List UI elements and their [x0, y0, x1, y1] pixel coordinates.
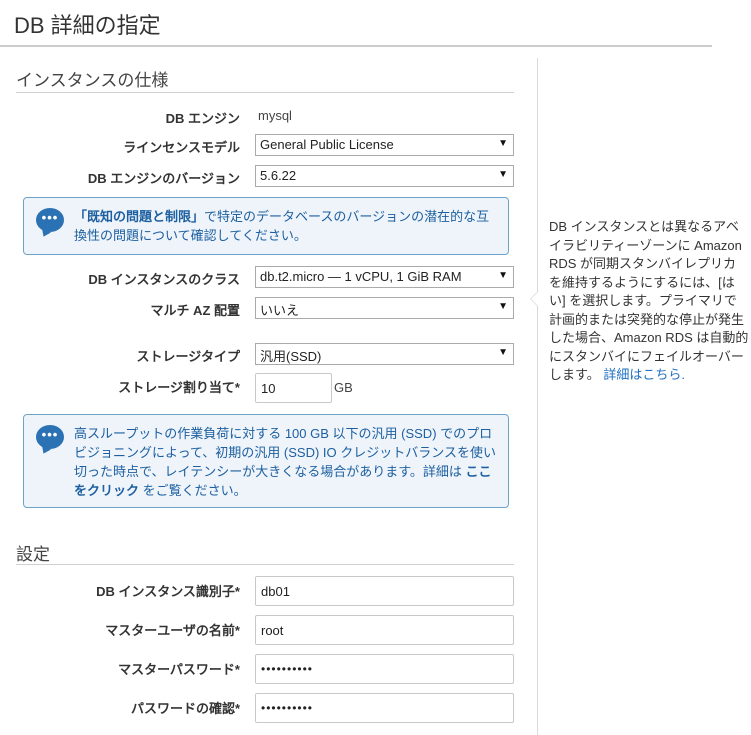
confirm-password-input[interactable]: ••••••••••	[255, 693, 514, 723]
chevron-down-icon: ▼	[498, 270, 508, 281]
identifier-row: DB インスタンス識別子* db01	[0, 576, 530, 606]
sidebar-divider	[537, 58, 538, 735]
multi-az-label: マルチ AZ 配置	[150, 303, 240, 318]
version-label: DB エンジンのバージョン	[87, 171, 240, 186]
master-user-row: マスターユーザの名前* root	[0, 615, 530, 645]
multi-az-select[interactable]: いいえ ▼	[255, 297, 514, 319]
section-divider	[16, 564, 514, 565]
confirm-password-row: パスワードの確認* ••••••••••	[0, 693, 530, 723]
version-row: DB エンジンのバージョン 5.6.22 ▼	[0, 165, 530, 191]
storage-alloc-input[interactable]: 10	[255, 373, 332, 403]
storage-type-value: 汎用(SSD)	[260, 349, 322, 364]
instance-class-label: DB インスタンスのクラス	[88, 272, 240, 287]
help-pointer	[530, 291, 538, 307]
storage-type-select[interactable]: 汎用(SSD) ▼	[255, 343, 514, 365]
chevron-down-icon: ▼	[498, 301, 508, 312]
storage-notice-text-after: をご覧ください。	[142, 483, 247, 498]
engine-row: DB エンジン mysql	[0, 104, 530, 130]
section-title-spec: インスタンスの仕様	[16, 71, 169, 90]
title-divider	[0, 45, 712, 47]
instance-class-select[interactable]: db.t2.micro — 1 vCPU, 1 GiB RAM ▼	[255, 266, 514, 288]
version-value: 5.6.22	[260, 168, 297, 183]
license-label: ラインセンスモデル	[123, 140, 240, 155]
learn-more-link[interactable]: 詳細はこちら.	[603, 367, 685, 382]
storage-alloc-row: ストレージ割り当て* 10 GB	[0, 373, 530, 403]
storage-alloc-label: ストレージ割り当て*	[118, 380, 240, 395]
multi-az-row: マルチ AZ 配置 いいえ ▼	[0, 297, 530, 323]
identifier-label: DB インスタンス識別子*	[96, 584, 240, 599]
master-password-row: マスターパスワード* ••••••••••	[0, 654, 530, 684]
identifier-input[interactable]: db01	[255, 576, 514, 606]
known-issues-link[interactable]: 「既知の問題と制限」	[74, 209, 204, 224]
engine-value: mysql	[258, 108, 292, 123]
section-divider	[16, 92, 514, 93]
instance-class-value: db.t2.micro — 1 vCPU, 1 GiB RAM	[260, 269, 462, 284]
version-notice: ••• 「既知の問題と制限」で特定のデータベースのバージョンの潜在的な互換性の問…	[23, 197, 509, 255]
license-select[interactable]: General Public License ▼	[255, 134, 514, 156]
chevron-down-icon: ▼	[498, 169, 508, 180]
storage-type-row: ストレージタイプ 汎用(SSD) ▼	[0, 343, 530, 369]
engine-label: DB エンジン	[165, 111, 240, 126]
page-title: DB 詳細の指定	[14, 13, 161, 38]
license-value: General Public License	[260, 137, 394, 152]
chat-bubble-icon: •••	[36, 425, 64, 449]
chevron-down-icon: ▼	[498, 138, 508, 149]
section-title-settings: 設定	[16, 545, 50, 564]
master-password-label: マスターパスワード*	[118, 662, 240, 677]
storage-notice-text: 高スループットの作業負荷に対する 100 GB 以下の汎用 (SSD) でのプロ…	[74, 426, 496, 479]
help-text: DB インスタンスとは異なるアベイラビリティーゾーンに Amazon RDS が…	[549, 219, 749, 382]
license-row: ラインセンスモデル General Public License ▼	[0, 134, 530, 160]
multi-az-value: いいえ	[260, 303, 300, 318]
storage-unit: GB	[334, 380, 353, 395]
master-user-input[interactable]: root	[255, 615, 514, 645]
sidebar-help: DB インスタンスとは異なるアベイラビリティーゾーンに Amazon RDS が…	[549, 218, 749, 385]
chat-bubble-icon: •••	[36, 208, 64, 232]
version-select[interactable]: 5.6.22 ▼	[255, 165, 514, 187]
storage-type-label: ストレージタイプ	[136, 349, 240, 364]
instance-class-row: DB インスタンスのクラス db.t2.micro — 1 vCPU, 1 Gi…	[0, 266, 530, 292]
master-user-label: マスターユーザの名前*	[105, 623, 240, 638]
chevron-down-icon: ▼	[498, 347, 508, 358]
storage-notice: ••• 高スループットの作業負荷に対する 100 GB 以下の汎用 (SSD) …	[23, 414, 509, 508]
confirm-password-label: パスワードの確認*	[130, 701, 240, 716]
master-password-input[interactable]: ••••••••••	[255, 654, 514, 684]
